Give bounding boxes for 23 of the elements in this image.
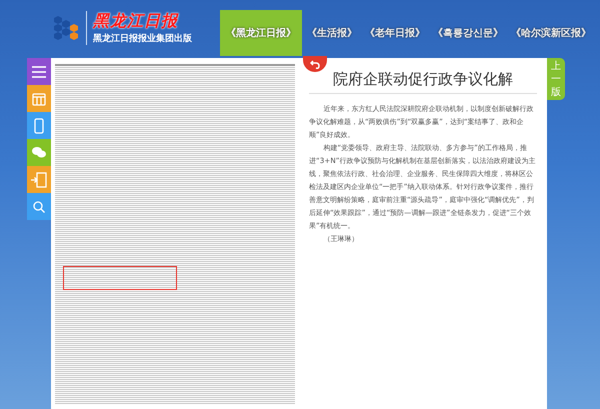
document-arrow-icon: [31, 172, 47, 188]
newspaper-tab[interactable]: 《哈尔滨新区报》: [508, 10, 594, 56]
menu-icon: [32, 66, 46, 78]
side-tool-button[interactable]: [27, 193, 51, 220]
chat-bubbles-icon: [32, 147, 46, 158]
publisher-name: 黑龙江日报报业集团出版: [93, 32, 192, 45]
side-tool-button[interactable]: [27, 85, 51, 112]
search-icon: [33, 200, 45, 212]
side-tool-button[interactable]: [27, 58, 51, 85]
side-tool-button[interactable]: [27, 166, 51, 193]
back-button[interactable]: [303, 56, 327, 72]
side-tool-button[interactable]: [27, 112, 51, 139]
calendar-icon: [32, 92, 46, 106]
newspaper-tab[interactable]: 《生活报》: [304, 10, 360, 56]
selected-article-frame[interactable]: [63, 266, 177, 290]
return-arrow-icon: [310, 60, 320, 68]
article-title: 院府企联动促行政争议化解: [309, 70, 537, 94]
newspaper-tab[interactable]: 《老年日报》: [362, 10, 428, 56]
newspaper-tab[interactable]: 《흑룡강신문》: [430, 10, 506, 56]
hexagon-logo-icon: [52, 14, 80, 42]
newspaper-logo-title: 黑龙江日报: [93, 11, 180, 32]
phone-icon: [34, 118, 44, 134]
side-tool-button[interactable]: [27, 139, 51, 166]
